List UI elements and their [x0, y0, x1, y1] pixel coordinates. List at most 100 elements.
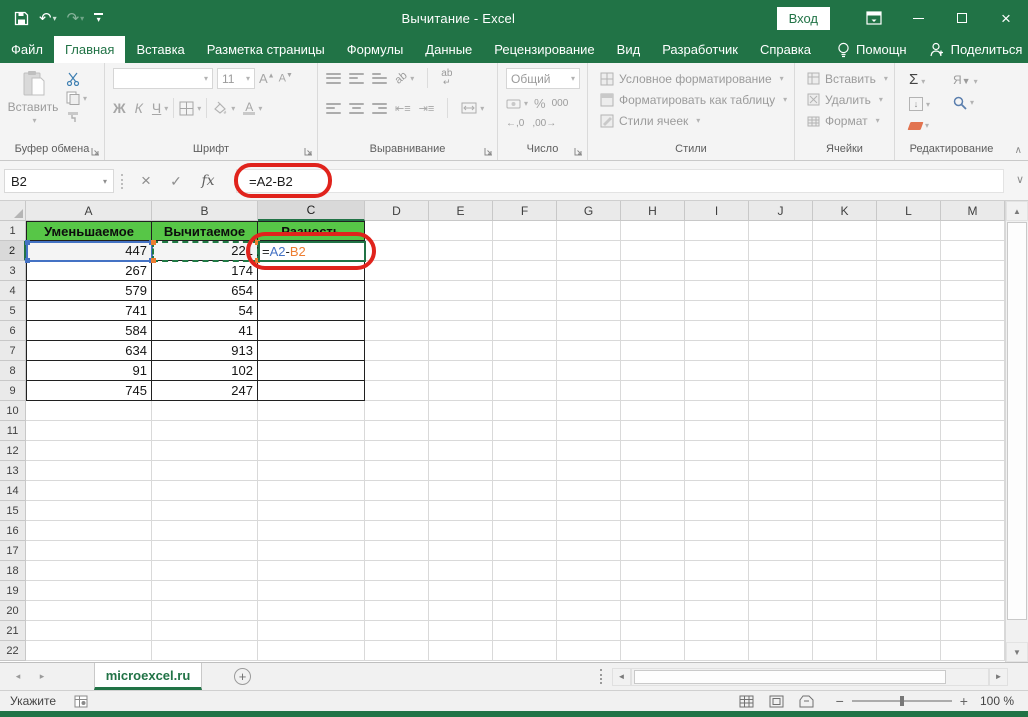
- cell-A2[interactable]: 447: [26, 241, 152, 261]
- align-bottom-button[interactable]: [372, 73, 387, 84]
- cell-B7[interactable]: 913: [152, 341, 258, 361]
- clear-button[interactable]: ▾: [909, 121, 953, 130]
- row-header-20[interactable]: 20: [0, 601, 26, 621]
- table-header-A1[interactable]: Уменьшаемое: [26, 221, 152, 241]
- decrease-indent-button[interactable]: ⇤≡: [395, 102, 411, 115]
- column-header-F[interactable]: F: [493, 201, 557, 221]
- cell-A8[interactable]: 91: [26, 361, 152, 381]
- table-header-C1[interactable]: Разность: [258, 221, 365, 241]
- format-as-table-button[interactable]: Форматировать как таблицу ▾: [600, 89, 788, 110]
- column-header-I[interactable]: I: [685, 201, 749, 221]
- cell-A6[interactable]: 584: [26, 321, 152, 341]
- tab-Главная[interactable]: Главная: [54, 36, 125, 63]
- horizontal-scroll-thumb[interactable]: [634, 670, 946, 684]
- name-box[interactable]: B2 ▾: [4, 169, 114, 193]
- align-right-button[interactable]: [372, 103, 387, 114]
- column-header-J[interactable]: J: [749, 201, 813, 221]
- zoom-level[interactable]: 100 %: [980, 694, 1014, 708]
- zoom-in-button[interactable]: +: [960, 693, 968, 709]
- cell-C8[interactable]: [258, 361, 365, 381]
- row-header-1[interactable]: 1: [0, 221, 26, 241]
- italic-button[interactable]: К: [135, 100, 143, 116]
- tab-Вставка[interactable]: Вставка: [125, 36, 195, 63]
- cell-B5[interactable]: 54: [152, 301, 258, 321]
- underline-button[interactable]: Ч: [152, 100, 161, 116]
- number-dialog-launcher[interactable]: [574, 147, 584, 157]
- insert-function-button[interactable]: fx: [194, 169, 222, 193]
- cell-B8[interactable]: 102: [152, 361, 258, 381]
- cell-A5[interactable]: 741: [26, 301, 152, 321]
- sort-filter-button[interactable]: Я▼▾: [953, 73, 997, 87]
- row-header-6[interactable]: 6: [0, 321, 26, 341]
- align-middle-button[interactable]: [349, 73, 364, 84]
- normal-view-button[interactable]: [732, 695, 762, 708]
- sheet-prev-button[interactable]: ◂: [6, 663, 30, 690]
- macro-record-button[interactable]: [74, 695, 88, 708]
- format-painter-button[interactable]: [66, 110, 87, 124]
- cell-C6[interactable]: [258, 321, 365, 341]
- cell-A3[interactable]: 267: [26, 261, 152, 281]
- clipboard-dialog-launcher[interactable]: [91, 147, 101, 157]
- formula-input[interactable]: =A2-B2: [236, 169, 1004, 193]
- sheet-tab-microexcel[interactable]: microexcel.ru: [94, 663, 202, 690]
- increase-decimal-button[interactable]: ←,0: [506, 118, 524, 129]
- underline-dropdown[interactable]: ▾: [164, 104, 168, 113]
- cell-A4[interactable]: 579: [26, 281, 152, 301]
- delete-cells-button[interactable]: Удалить ▾: [807, 89, 888, 110]
- copy-button[interactable]: ▾: [66, 91, 87, 105]
- scroll-up-button[interactable]: ▲: [1006, 201, 1028, 221]
- align-left-button[interactable]: [326, 103, 341, 114]
- row-header-10[interactable]: 10: [0, 401, 26, 421]
- tab-Формулы[interactable]: Формулы: [336, 36, 415, 63]
- insert-cells-button[interactable]: Вставить ▾: [807, 68, 888, 89]
- row-header-4[interactable]: 4: [0, 281, 26, 301]
- customize-qat-button[interactable]: ▾: [94, 13, 103, 23]
- tab-Рецензирование[interactable]: Рецензирование: [483, 36, 605, 63]
- scroll-left-button[interactable]: ◄: [612, 668, 631, 686]
- alignment-dialog-launcher[interactable]: [484, 147, 494, 157]
- cell-C3[interactable]: [258, 261, 365, 281]
- borders-button[interactable]: ▾: [179, 101, 201, 116]
- font-color-button[interactable]: А ▾: [243, 102, 262, 115]
- page-break-view-button[interactable]: [792, 695, 822, 708]
- ribbon-display-options-button[interactable]: [852, 0, 896, 36]
- collapse-ribbon-button[interactable]: ∧: [1015, 145, 1022, 156]
- column-header-D[interactable]: D: [365, 201, 429, 221]
- column-header-A[interactable]: A: [26, 201, 152, 221]
- accounting-format-button[interactable]: ▾: [506, 98, 528, 110]
- align-top-button[interactable]: [326, 73, 341, 84]
- cell-C5[interactable]: [258, 301, 365, 321]
- row-header-13[interactable]: 13: [0, 461, 26, 481]
- scroll-down-button[interactable]: ▼: [1006, 642, 1028, 662]
- enter-entry-button[interactable]: ✓: [162, 169, 190, 193]
- active-cell-editor[interactable]: =A2-B2: [258, 241, 366, 262]
- cell-C7[interactable]: [258, 341, 365, 361]
- tab-assistant[interactable]: Помощн: [826, 36, 918, 63]
- cancel-entry-button[interactable]: ×: [132, 169, 160, 193]
- find-select-button[interactable]: ▾: [953, 96, 997, 110]
- row-header-17[interactable]: 17: [0, 541, 26, 561]
- cell-B9[interactable]: 247: [152, 381, 258, 401]
- row-header-2[interactable]: 2: [0, 241, 26, 261]
- cell-B3[interactable]: 174: [152, 261, 258, 281]
- row-header-15[interactable]: 15: [0, 501, 26, 521]
- column-header-G[interactable]: G: [557, 201, 621, 221]
- column-header-E[interactable]: E: [429, 201, 493, 221]
- row-header-11[interactable]: 11: [0, 421, 26, 441]
- percent-button[interactable]: %: [534, 96, 546, 111]
- cell-C4[interactable]: [258, 281, 365, 301]
- format-cells-button[interactable]: Формат ▾: [807, 110, 888, 131]
- row-header-9[interactable]: 9: [0, 381, 26, 401]
- row-header-3[interactable]: 3: [0, 261, 26, 281]
- wrap-text-button[interactable]: ab ↵: [441, 70, 452, 86]
- sheet-next-button[interactable]: ▸: [30, 663, 54, 690]
- cell-B4[interactable]: 654: [152, 281, 258, 301]
- new-sheet-button[interactable]: +: [234, 668, 251, 685]
- shrink-font-button[interactable]: А▼: [279, 72, 293, 85]
- row-header-22[interactable]: 22: [0, 641, 26, 661]
- row-header-18[interactable]: 18: [0, 561, 26, 581]
- orientation-button[interactable]: ab ▾: [395, 72, 414, 84]
- cell-C9[interactable]: [258, 381, 365, 401]
- page-layout-view-button[interactable]: [762, 695, 792, 708]
- save-button[interactable]: [14, 11, 29, 26]
